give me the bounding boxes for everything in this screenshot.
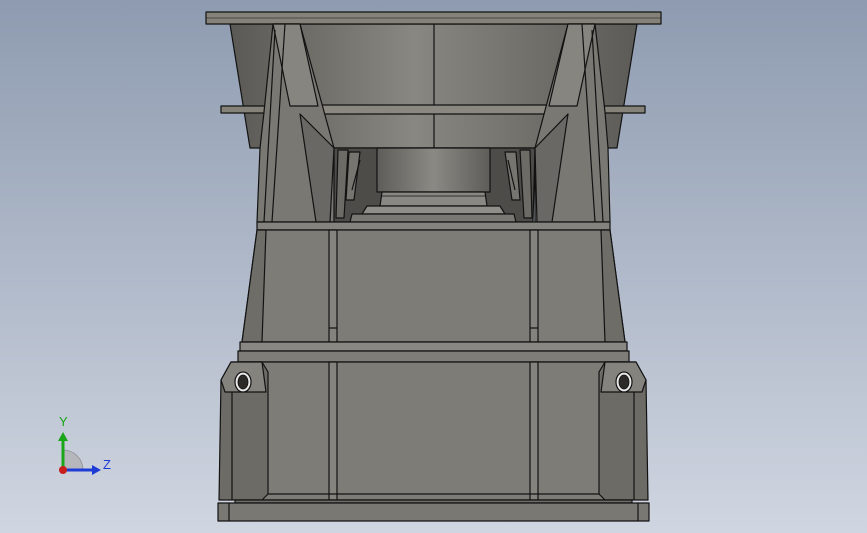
lower-frame xyxy=(234,361,633,501)
orientation-triad[interactable]: Y Z xyxy=(48,412,118,482)
triad-quadrant xyxy=(62,449,84,471)
upper-band-plate xyxy=(256,221,611,231)
middle-frame xyxy=(241,229,626,343)
y-axis-label: Y xyxy=(59,414,68,429)
z-axis-arrow xyxy=(92,465,101,475)
base-plate xyxy=(217,499,650,522)
y-axis-arrow xyxy=(58,432,68,441)
x-axis-dot xyxy=(59,466,67,474)
middle-flange xyxy=(237,341,630,363)
3d-model-view[interactable] xyxy=(0,0,867,533)
z-axis-label: Z xyxy=(103,457,111,472)
graphics-viewport[interactable]: Y Z xyxy=(0,0,867,533)
